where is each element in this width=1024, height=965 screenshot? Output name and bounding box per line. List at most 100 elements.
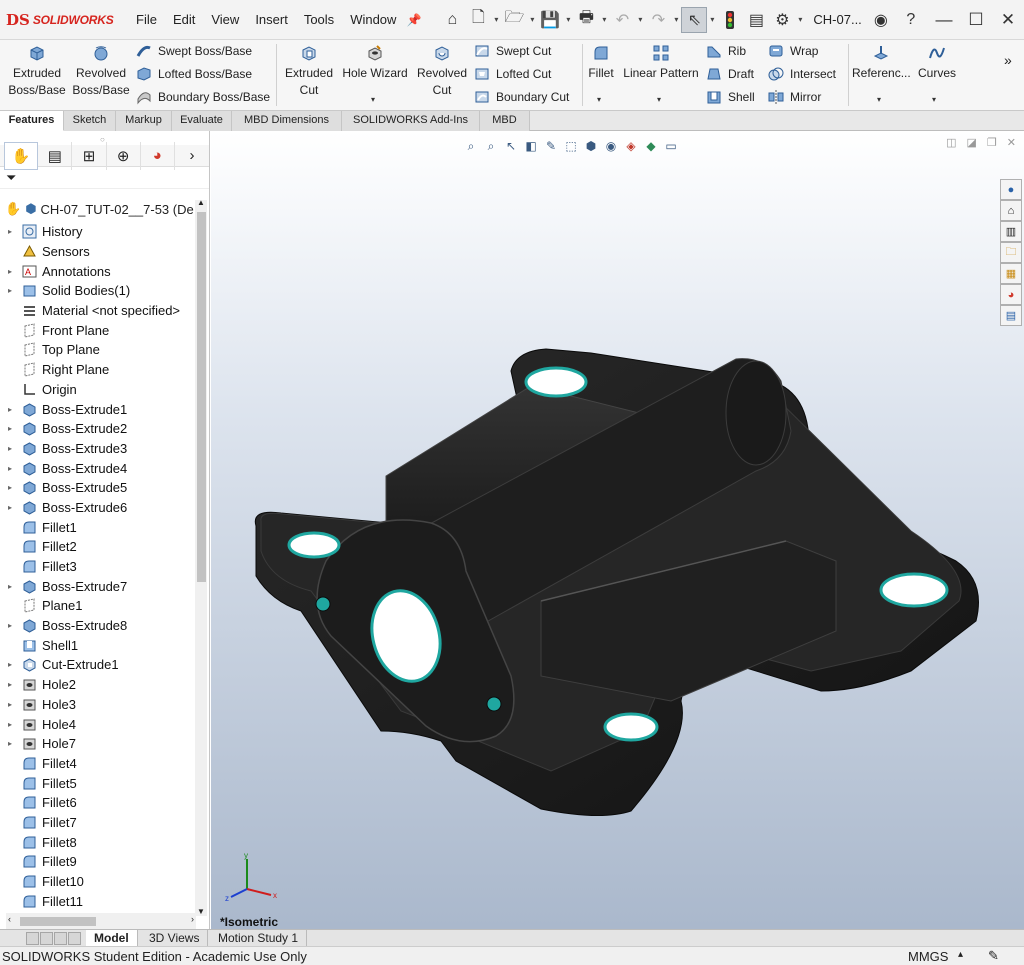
design-library-icon[interactable]: ▥ xyxy=(1000,221,1022,242)
dimxpert-tab-icon[interactable]: ⊕ xyxy=(107,141,141,170)
expand-arrow-icon[interactable]: ▸ xyxy=(4,483,16,492)
maximize-icon[interactable]: ☐ xyxy=(960,0,992,40)
scroll-left-icon[interactable]: ‹ xyxy=(8,914,11,924)
expand-arrow-icon[interactable]: ▸ xyxy=(4,621,16,630)
extruded-cut-button[interactable]: Extruded Cut xyxy=(282,44,336,99)
tree-item[interactable]: ▸ Boss-Extrude7 xyxy=(0,576,196,596)
pin-icon[interactable]: 📌 xyxy=(406,13,421,27)
mirror-button[interactable]: Mirror xyxy=(768,86,821,108)
redo-icon[interactable]: ↷ xyxy=(645,7,671,33)
menu-insert[interactable]: Insert xyxy=(247,0,296,40)
tree-item[interactable]: ▸ Boss-Extrude8 xyxy=(0,616,196,636)
curves-button[interactable]: Curves xyxy=(914,44,960,82)
expand-arrow-icon[interactable]: ▸ xyxy=(4,700,16,709)
tree-filter[interactable]: ⏷ xyxy=(0,167,209,189)
unit-dropdown-icon[interactable]: ▴ xyxy=(958,949,963,960)
undo-icon[interactable]: ↶ xyxy=(609,7,635,33)
undo-dropdown-icon[interactable]: ▾ xyxy=(635,15,645,24)
tree-item[interactable]: ▸ Hole3 xyxy=(0,695,196,715)
tab-features[interactable]: Features xyxy=(0,111,64,131)
tab-motion-study-1[interactable]: Motion Study 1 xyxy=(210,930,308,947)
tab-sketch[interactable]: Sketch xyxy=(64,111,116,131)
new-document-icon[interactable]: 🗋 xyxy=(465,7,491,33)
tree-item[interactable]: Material <not specified> xyxy=(0,301,196,321)
tree-item[interactable]: ▸ Hole2 xyxy=(0,675,196,695)
tab-evaluate[interactable]: Evaluate xyxy=(172,111,232,131)
tree-item[interactable]: ▸ Boss-Extrude5 xyxy=(0,478,196,498)
expand-arrow-icon[interactable]: ▸ xyxy=(4,660,16,669)
open-dropdown-icon[interactable]: ▾ xyxy=(527,15,537,24)
tree-item[interactable]: Front Plane xyxy=(0,320,196,340)
help-icon[interactable]: ? xyxy=(898,7,924,33)
tree-item[interactable]: Sensors xyxy=(0,242,196,262)
expand-arrow-icon[interactable]: ▸ xyxy=(4,424,16,433)
linear-pattern-dropdown-icon[interactable]: ▾ xyxy=(657,95,661,104)
tree-horizontal-scrollbar[interactable]: ‹ › xyxy=(6,913,196,929)
display-manager-tab-icon[interactable]: ◕ xyxy=(141,141,175,170)
extruded-boss-button[interactable]: Extruded Boss/Base xyxy=(6,44,68,99)
tree-item[interactable]: ▸ History xyxy=(0,222,196,242)
tree-item[interactable]: ▸ Boss-Extrude4 xyxy=(0,458,196,478)
solidworks-logo[interactable]: DS SOLIDWORKS xyxy=(0,11,120,29)
tab-mbd[interactable]: MBD xyxy=(480,111,530,131)
tree-item[interactable]: Top Plane xyxy=(0,340,196,360)
fillet-button[interactable]: Fillet xyxy=(584,44,618,82)
custom-properties-icon[interactable]: ▤ xyxy=(1000,305,1022,326)
hole-wizard-button[interactable]: Hole Wizard xyxy=(340,44,410,82)
tree-item[interactable]: ▸ Solid Bodies(1) xyxy=(0,281,196,301)
file-explorer-icon[interactable]: 🗀 xyxy=(1000,242,1022,263)
swept-boss-button[interactable]: Swept Boss/Base xyxy=(136,40,252,62)
expand-arrow-icon[interactable]: ▸ xyxy=(4,739,16,748)
feature-manager-tab-icon[interactable]: ✋ xyxy=(4,141,39,170)
user-account-icon[interactable]: ◉ xyxy=(868,7,894,33)
appearances-icon[interactable]: ◕ xyxy=(1000,284,1022,305)
tab-markup[interactable]: Markup xyxy=(116,111,172,131)
intersect-button[interactable]: Intersect xyxy=(768,63,836,85)
expand-arrow-icon[interactable]: ▸ xyxy=(4,227,16,236)
tree-root[interactable]: ✋ ⬢ CH-07_TUT-02__7-53 (De xyxy=(0,198,196,220)
save-icon[interactable]: 💾 xyxy=(537,7,563,33)
tab-3d-views[interactable]: 3D Views xyxy=(141,930,209,947)
redo-dropdown-icon[interactable]: ▾ xyxy=(671,15,681,24)
file-properties-icon[interactable]: ▤ xyxy=(743,7,769,33)
ribbon-overflow-icon[interactable]: » xyxy=(1004,52,1012,68)
open-folder-icon[interactable]: 🗁 xyxy=(501,7,527,33)
tree-item[interactable]: Fillet10 xyxy=(0,872,196,892)
hscroll-thumb[interactable] xyxy=(20,917,96,926)
expand-arrow-icon[interactable]: ▸ xyxy=(4,267,16,276)
graphics-area[interactable]: ⌕ ⌕ ↖ ◧ ✎ ⬚ ⬢ ◉ ◈ ◆ ▭ ◫ ◪ ❐ ✕ ● ⌂ ▥ 🗀 ▦ … xyxy=(211,131,1024,929)
draft-button[interactable]: Draft xyxy=(706,63,754,85)
tree-item[interactable]: Fillet7 xyxy=(0,813,196,833)
tab-solidworks-add-ins[interactable]: SOLIDWORKS Add-Ins xyxy=(342,111,480,131)
expand-arrow-icon[interactable]: ▸ xyxy=(4,286,16,295)
rib-button[interactable]: Rib xyxy=(706,40,746,62)
scroll-down-icon[interactable]: ▼ xyxy=(197,907,205,916)
tree-item[interactable]: ▸ Cut-Extrude1 xyxy=(0,655,196,675)
tree-item[interactable]: ▸ Boss-Extrude1 xyxy=(0,399,196,419)
tree-vertical-scrollbar[interactable]: ▲ ▼ xyxy=(195,198,207,916)
expand-arrow-icon[interactable]: ▸ xyxy=(4,582,16,591)
tab-model[interactable]: Model xyxy=(86,930,138,947)
swept-cut-button[interactable]: Swept Cut xyxy=(474,40,551,62)
save-dropdown-icon[interactable]: ▾ xyxy=(563,15,573,24)
select-dropdown-icon[interactable]: ▾ xyxy=(707,15,717,24)
tab-mbd-dimensions[interactable]: MBD Dimensions xyxy=(232,111,342,131)
fillet-dropdown-icon[interactable]: ▾ xyxy=(597,95,601,104)
revolved-cut-button[interactable]: Revolved Cut xyxy=(414,44,470,99)
menu-window[interactable]: Window xyxy=(342,0,404,40)
close-icon[interactable]: ✕ xyxy=(992,0,1024,40)
reference-geometry-button[interactable]: Referenc... xyxy=(852,44,911,82)
tree-item[interactable]: Fillet3 xyxy=(0,557,196,577)
solidworks-resources-icon[interactable]: ● xyxy=(1000,179,1022,200)
lofted-cut-button[interactable]: Lofted Cut xyxy=(474,63,551,85)
tree-item[interactable]: Origin xyxy=(0,380,196,400)
linear-pattern-button[interactable]: Linear Pattern xyxy=(622,44,700,82)
reference-dropdown-icon[interactable]: ▾ xyxy=(877,95,881,104)
tree-item[interactable]: Fillet4 xyxy=(0,754,196,774)
tree-item[interactable]: ▸ Boss-Extrude2 xyxy=(0,419,196,439)
print-dropdown-icon[interactable]: ▾ xyxy=(599,15,609,24)
menu-view[interactable]: View xyxy=(203,0,247,40)
menu-file[interactable]: File xyxy=(128,0,165,40)
tab-prev-icon[interactable] xyxy=(40,932,53,945)
tree-item[interactable]: Shell1 xyxy=(0,635,196,655)
